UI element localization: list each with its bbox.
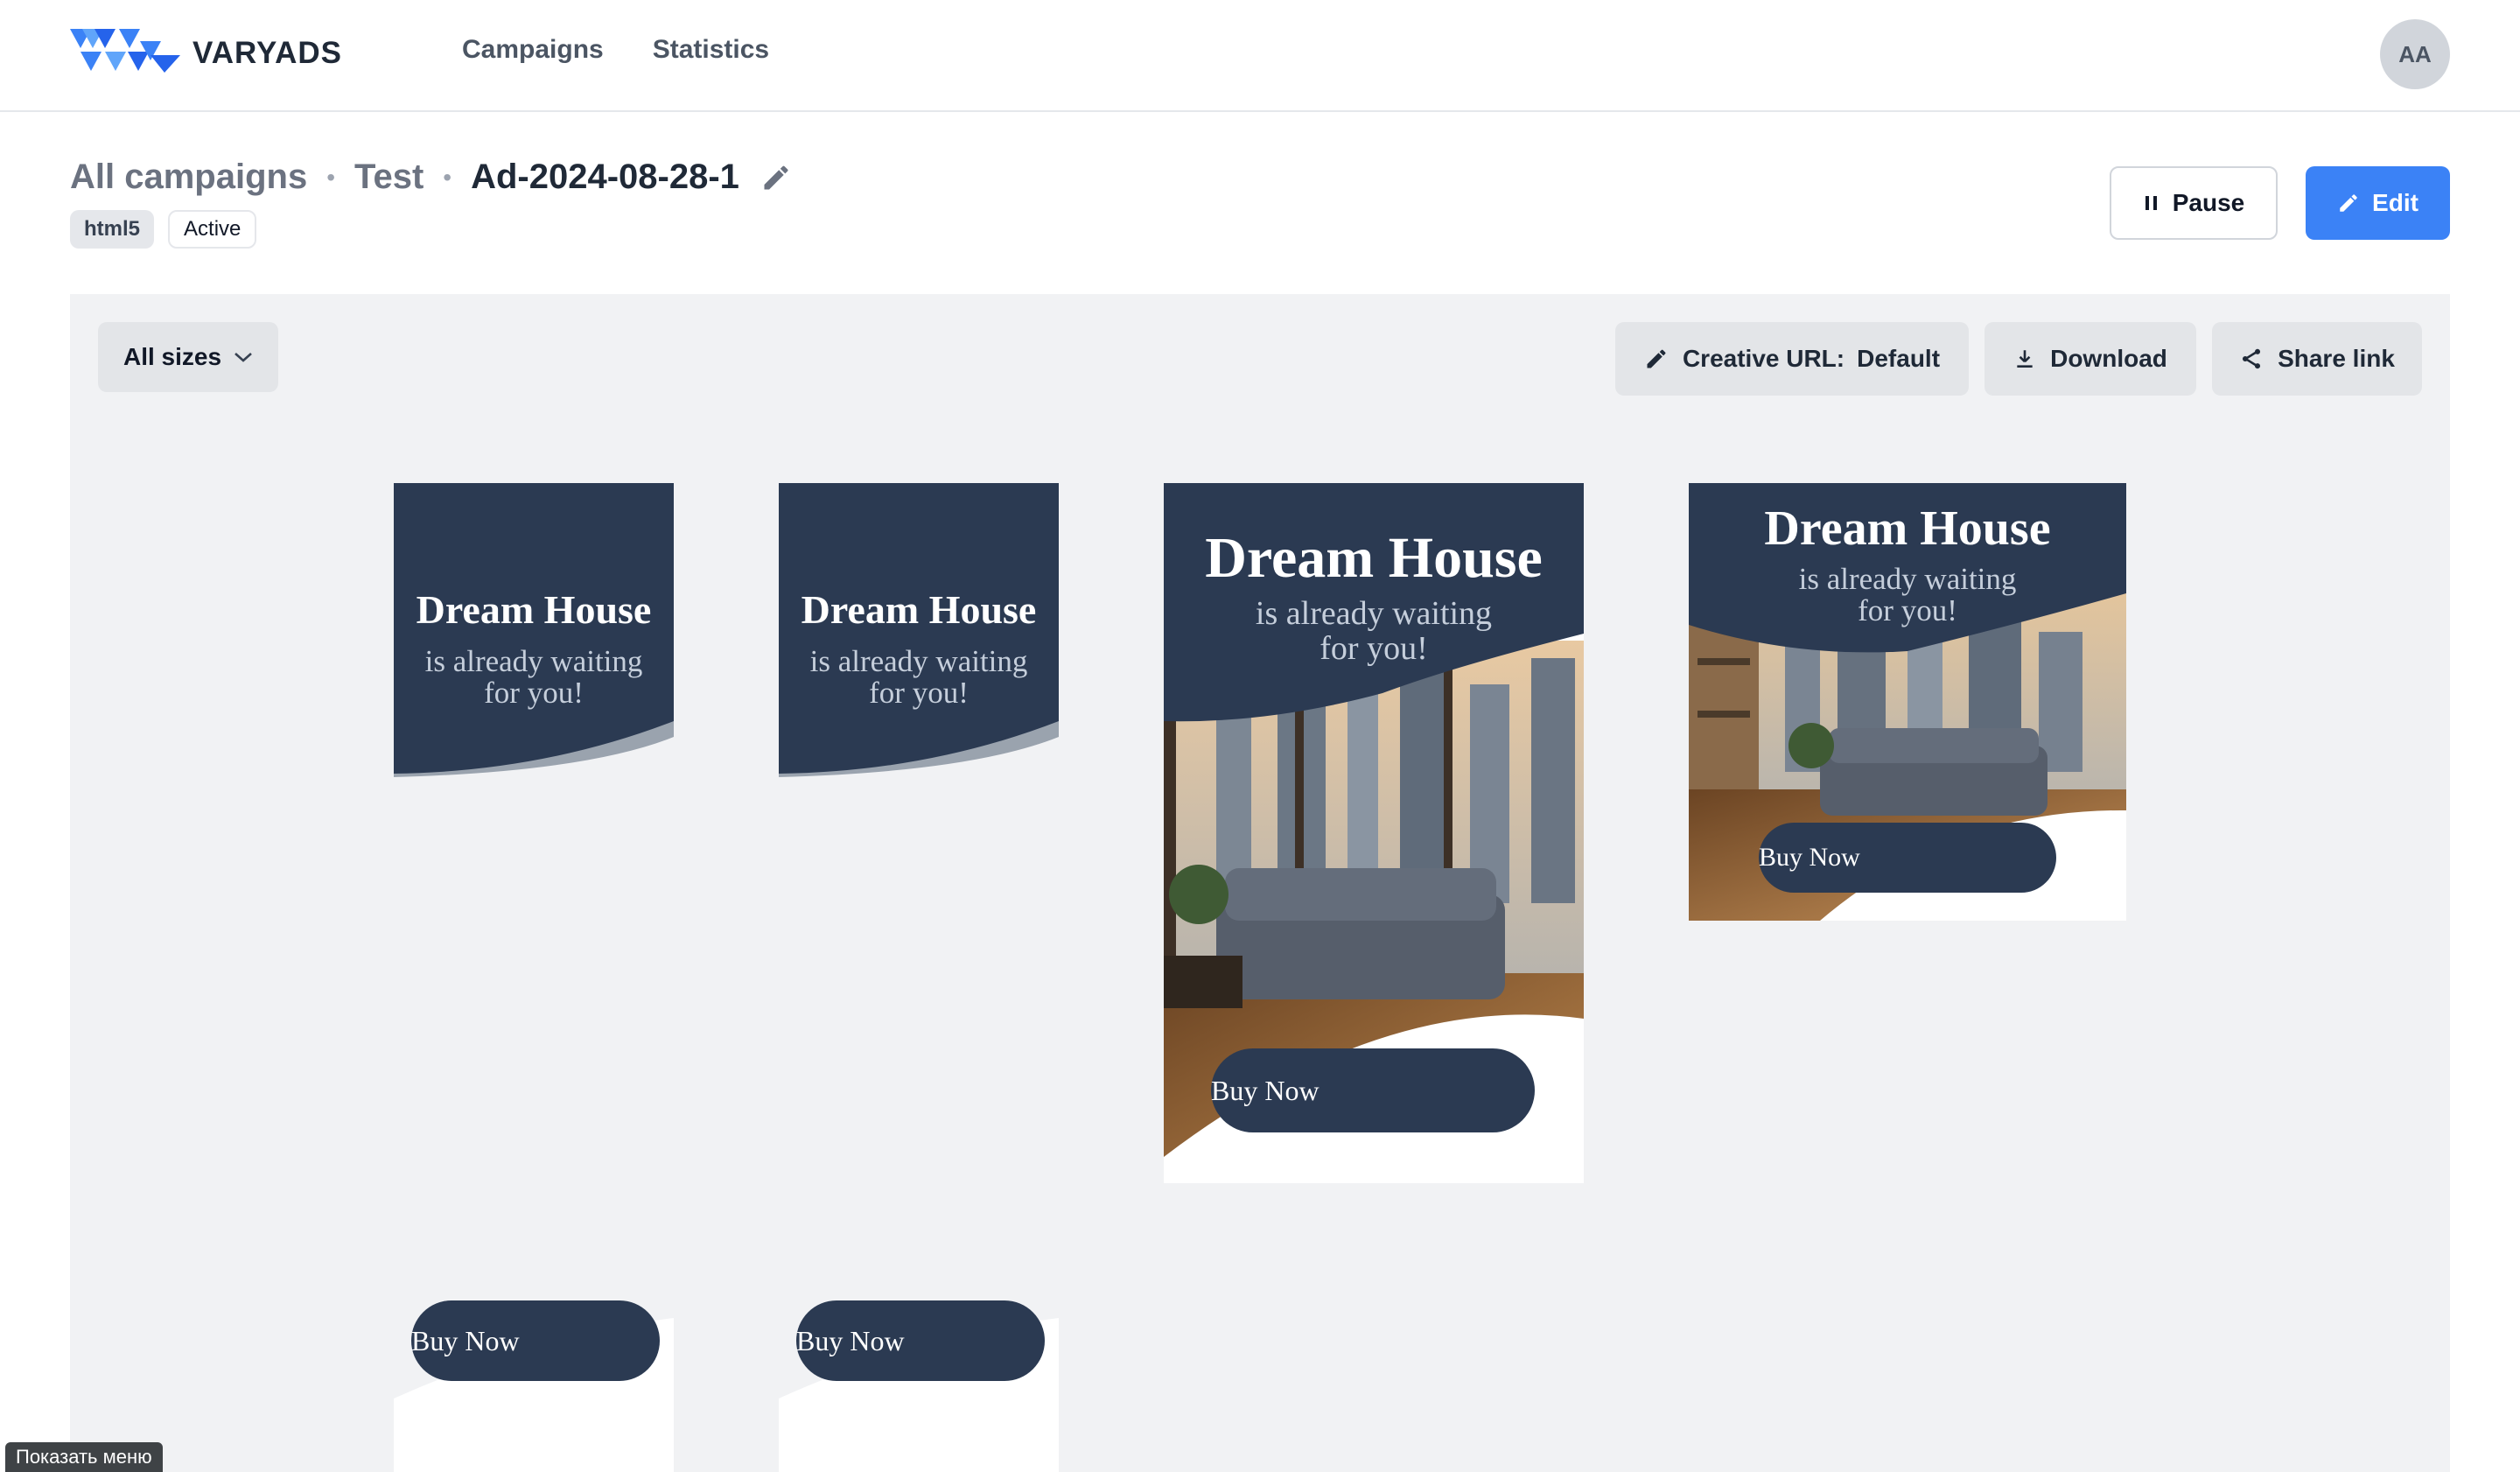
share-label: Share link xyxy=(2278,345,2395,372)
ad-subline-1: is already waiting xyxy=(1798,562,2017,596)
varyads-logo[interactable]: VARYADS xyxy=(70,28,342,79)
rename-pencil-icon[interactable] xyxy=(760,162,792,193)
pause-button[interactable]: Pause xyxy=(2110,166,2278,240)
ad-cta-button[interactable]: Buy Now xyxy=(796,1300,1045,1381)
ad-preview-small-2[interactable]: Dream House is already waiting for you! xyxy=(779,483,1059,777)
pause-icon xyxy=(2143,193,2160,213)
nav-campaigns[interactable]: Campaigns xyxy=(462,35,604,65)
ad-preview-tall[interactable]: Dream House is already waiting for you! … xyxy=(1164,483,1584,1183)
page-title: Ad-2024-08-28-1 xyxy=(471,158,739,196)
creative-url-label: Creative URL: xyxy=(1682,345,1845,372)
ad-subline-2: for you! xyxy=(869,676,969,710)
ad-preview-small-3[interactable]: Buy Now xyxy=(394,1300,674,1472)
ad-subline-1: is already waiting xyxy=(1255,595,1493,632)
format-badge: html5 xyxy=(70,210,155,249)
ad-cta-label: Buy Now xyxy=(411,1324,520,1356)
download-label: Download xyxy=(2050,345,2167,372)
size-filter-dropdown[interactable]: All sizes xyxy=(98,322,278,392)
pause-label: Pause xyxy=(2172,189,2245,216)
ad-cta-label: Buy Now xyxy=(796,1324,905,1356)
chevron-down-icon xyxy=(234,351,253,363)
pencil-icon xyxy=(1644,347,1669,371)
breadcrumb: All campaigns • Test • Ad-2024-08-28-1 xyxy=(70,158,792,197)
nav-statistics[interactable]: Statistics xyxy=(653,35,769,65)
download-button[interactable]: Download xyxy=(1984,322,2196,396)
creative-preview-area: All sizes Creative URL: Default Download… xyxy=(70,294,2450,1472)
ad-subline-2: for you! xyxy=(1320,630,1428,667)
size-filter-value: All sizes xyxy=(122,343,222,370)
ad-subline-1: is already waiting xyxy=(424,644,643,678)
share-link-button[interactable]: Share link xyxy=(2212,322,2422,396)
edit-label: Edit xyxy=(2372,189,2418,216)
breadcrumb-campaign[interactable]: Test xyxy=(354,158,424,197)
ad-cta-label: Buy Now xyxy=(1211,1074,1320,1106)
ad-cta-label: Buy Now xyxy=(1759,843,1860,872)
status-badge: Active xyxy=(168,210,257,249)
main-nav: Campaigns Statistics xyxy=(462,35,769,65)
ad-preview-small-1[interactable]: Dream House is already waiting for you! xyxy=(394,483,674,777)
ad-subline-1: is already waiting xyxy=(809,644,1028,678)
ad-subline-2: for you! xyxy=(1858,593,1957,627)
creative-url-button[interactable]: Creative URL: Default xyxy=(1615,322,1969,396)
ad-cta-button[interactable]: Buy Now xyxy=(1759,823,2056,893)
pencil-icon xyxy=(2337,192,2360,214)
creative-url-value: Default xyxy=(1857,345,1941,372)
top-bar: VARYADS Campaigns Statistics AA xyxy=(0,0,2520,112)
ad-headline: Dream House xyxy=(416,587,652,632)
breadcrumb-all-campaigns[interactable]: All campaigns xyxy=(70,158,307,197)
logo-triangles-icon xyxy=(70,29,180,73)
ad-headline: Dream House xyxy=(801,587,1037,632)
show-menu-button[interactable]: Показать меню xyxy=(5,1442,163,1472)
edit-button[interactable]: Edit xyxy=(2306,166,2450,240)
user-avatar[interactable]: AA xyxy=(2380,19,2450,89)
breadcrumb-separator: • xyxy=(326,163,336,191)
ad-cta-button[interactable]: Buy Now xyxy=(1211,1048,1535,1132)
ad-preview-small-4[interactable]: Buy Now xyxy=(779,1300,1059,1472)
share-icon xyxy=(2239,347,2264,371)
ad-headline: Dream House xyxy=(1205,526,1543,590)
breadcrumb-separator: • xyxy=(443,163,452,191)
ad-cta-button[interactable]: Buy Now xyxy=(411,1300,660,1381)
ad-subline-2: for you! xyxy=(484,676,584,710)
logo-text: VARYADS xyxy=(192,36,343,70)
ad-badges: html5 Active xyxy=(70,210,257,249)
ad-preview-landscape[interactable]: Dream House is already waiting for you! … xyxy=(1689,483,2126,921)
ad-headline: Dream House xyxy=(1764,501,2051,556)
download-icon xyxy=(2013,347,2036,370)
